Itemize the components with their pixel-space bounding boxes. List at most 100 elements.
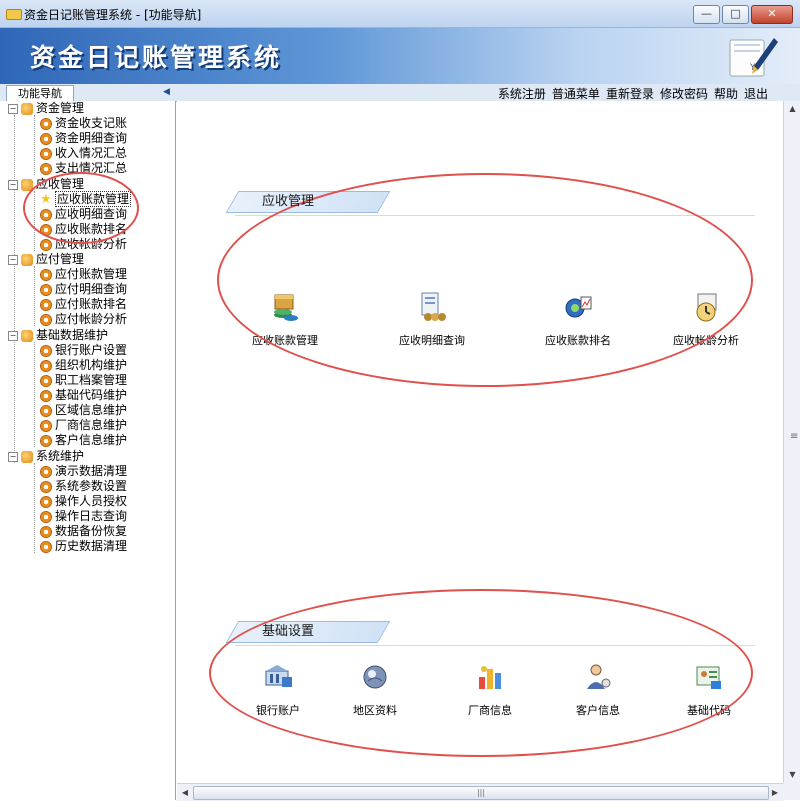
close-button[interactable]: ✕ — [751, 5, 793, 24]
scroll-up-icon[interactable]: ▲ — [784, 101, 800, 117]
scroll-grip-icon[interactable]: ≡ — [790, 431, 798, 442]
gear-icon — [40, 419, 52, 432]
section-divider — [235, 215, 755, 216]
clock-icon — [696, 293, 717, 322]
tree-item-fund-record[interactable]: 资金收支记账 — [40, 116, 127, 131]
gear-icon — [40, 117, 52, 130]
collapse-toggle-icon[interactable]: − — [8, 103, 18, 114]
tree-item-receivable-rank[interactable]: 应收账款排名 — [40, 222, 127, 237]
gear-icon — [40, 162, 52, 175]
minimize-button[interactable]: — — [693, 5, 720, 24]
scroll-left-icon[interactable]: ◀ — [177, 784, 193, 801]
maximize-button[interactable]: □ — [722, 5, 749, 24]
func-region[interactable]: 地区资料 — [320, 661, 430, 718]
tree-item-receivable-aging[interactable]: 应收帐龄分析 — [40, 237, 127, 252]
gear-icon — [40, 389, 52, 402]
tree-item-backup[interactable]: 数据备份恢复 — [40, 524, 127, 539]
id-card-icon — [696, 666, 721, 689]
tree-item-income-summary[interactable]: 收入情况汇总 — [40, 146, 127, 161]
bank-icon — [265, 665, 292, 687]
menu-normal-menu[interactable]: 普通菜单 — [552, 85, 600, 102]
tree-item-fund-detail[interactable]: 资金明细查询 — [40, 131, 127, 146]
func-bank-account[interactable]: 银行账户 — [223, 661, 333, 718]
tree-item-demo-clean[interactable]: 演示数据清理 — [40, 464, 127, 479]
func-receivable-manage[interactable]: 应收账款管理 — [230, 291, 340, 348]
window-titlebar: 资金日记账管理系统 - [功能导航] — □ ✕ — [0, 0, 800, 28]
menu-system-register[interactable]: 系统注册 — [498, 85, 546, 102]
folder-icon — [21, 253, 33, 266]
folder-icon — [21, 329, 33, 342]
tree-item-payable-detail[interactable]: 应付明细查询 — [40, 282, 127, 297]
func-base-code[interactable]: 基础代码 — [654, 661, 764, 718]
folder-icon — [21, 102, 33, 115]
gear-icon — [40, 344, 52, 357]
tree-item-op-log[interactable]: 操作日志查询 — [40, 509, 127, 524]
gear-icon — [40, 495, 52, 508]
tree-item-sys-params[interactable]: 系统参数设置 — [40, 479, 127, 494]
app-icon — [6, 9, 22, 20]
gear-icon — [40, 404, 52, 417]
tree-group-system[interactable]: − 系统维护 — [8, 449, 84, 464]
top-menu: 系统注册 普通菜单 重新登录 修改密码 帮助 退出 — [498, 85, 768, 102]
tree-item-history-clean[interactable]: 历史数据清理 — [40, 539, 127, 554]
func-receivable-aging[interactable]: 应收帐龄分析 — [651, 291, 761, 348]
app-title: 资金日记账管理系统 — [30, 43, 283, 72]
folder-icon — [21, 178, 33, 191]
tree-item-operator-auth[interactable]: 操作人员授权 — [40, 494, 127, 509]
tree-item-payable-manage[interactable]: 应付账款管理 — [40, 267, 127, 282]
func-receivable-detail[interactable]: 应收明细查询 — [377, 291, 487, 348]
menu-exit[interactable]: 退出 — [744, 85, 768, 102]
menu-help[interactable]: 帮助 — [714, 85, 738, 102]
star-icon: ★ — [40, 191, 52, 207]
tree-item-bank-account[interactable]: 银行账户设置 — [40, 343, 127, 358]
collapse-toggle-icon[interactable]: − — [8, 451, 18, 462]
tree-item-payable-aging[interactable]: 应付帐龄分析 — [40, 312, 127, 327]
menu-change-password[interactable]: 修改密码 — [660, 85, 708, 102]
horizontal-scrollbar[interactable]: ◀ ||| ▶ — [177, 783, 783, 801]
customer-icon — [587, 664, 611, 689]
document-coins-icon — [421, 292, 446, 321]
collapse-toggle-icon[interactable]: − — [8, 179, 18, 190]
folder-icon — [21, 450, 33, 463]
vertical-scrollbar[interactable]: ▲ ≡ ▼ — [783, 101, 800, 783]
tree-item-region[interactable]: 区域信息维护 — [40, 403, 127, 418]
scroll-corner — [783, 783, 800, 800]
collapse-left-icon[interactable]: ◀ — [163, 87, 170, 97]
func-vendor[interactable]: 厂商信息 — [435, 661, 545, 718]
pen-paper-icon: Y — [729, 38, 778, 77]
navigation-bar: 功能导航 ◀ 系统注册 普通菜单 重新登录 修改密码 帮助 退出 — [0, 84, 800, 102]
collapse-toggle-icon[interactable]: − — [8, 330, 18, 341]
tree-item-org[interactable]: 组织机构维护 — [40, 358, 127, 373]
scroll-thumb[interactable]: ||| — [193, 786, 769, 800]
tree-item-vendor[interactable]: 厂商信息维护 — [40, 418, 127, 433]
menu-relogin[interactable]: 重新登录 — [606, 85, 654, 102]
gear-icon — [40, 298, 52, 311]
tree-item-receivable-detail[interactable]: 应收明细查询 — [40, 207, 127, 222]
collapse-toggle-icon[interactable]: − — [8, 254, 18, 265]
scroll-down-icon[interactable]: ▼ — [784, 767, 800, 783]
tab-function-nav[interactable]: 功能导航 — [6, 85, 74, 101]
section-title-basic: 基础设置 — [225, 621, 462, 643]
tree-group-receivable[interactable]: − 应收管理 — [8, 177, 84, 192]
func-customer[interactable]: 客户信息 — [543, 661, 653, 718]
window-title: 资金日记账管理系统 - [功能导航] — [24, 8, 202, 22]
scroll-right-icon[interactable]: ▶ — [767, 784, 783, 801]
gear-icon — [40, 525, 52, 538]
gear-icon — [40, 147, 52, 160]
tree-item-payable-rank[interactable]: 应付账款排名 — [40, 297, 127, 312]
app-banner: 资金日记账管理系统 Y — [0, 28, 800, 84]
gear-icon — [40, 540, 52, 553]
tree-item-customer[interactable]: 客户信息维护 — [40, 433, 127, 448]
tree-item-base-code[interactable]: 基础代码维护 — [40, 388, 127, 403]
tree-group-basic-data[interactable]: − 基础数据维护 — [8, 328, 108, 343]
tree-item-receivable-manage[interactable]: ★ 应收账款管理 — [40, 191, 132, 207]
gear-icon — [40, 268, 52, 281]
gear-icon — [40, 283, 52, 296]
gear-icon — [40, 480, 52, 493]
tree-item-staff[interactable]: 职工档案管理 — [40, 373, 127, 388]
tree-group-fund[interactable]: − 资金管理 — [8, 101, 84, 116]
tree-item-expense-summary[interactable]: 支出情况汇总 — [40, 161, 127, 176]
tree-group-payable[interactable]: − 应付管理 — [8, 252, 84, 267]
nav-tree-panel: − 资金管理 资金收支记账 资金明细查询 收入情况汇总 支出情况汇总 − 应收管理 … — [0, 101, 176, 800]
func-receivable-rank[interactable]: 应收账款排名 — [523, 291, 633, 348]
